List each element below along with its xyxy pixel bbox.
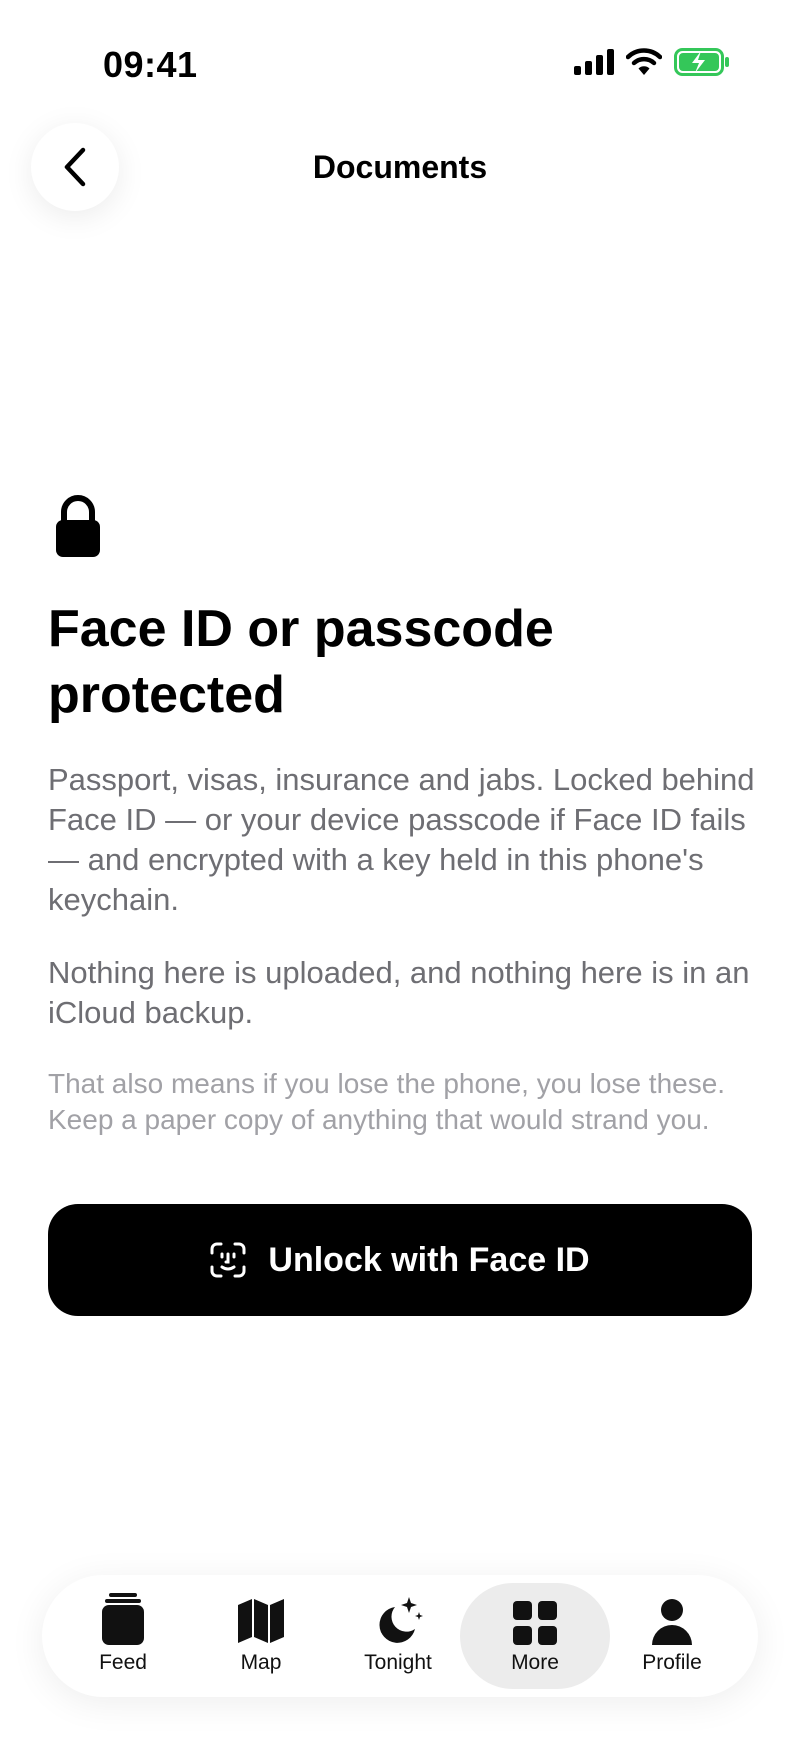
face-id-icon <box>210 1242 246 1278</box>
wifi-icon <box>626 48 662 75</box>
privacy-paragraph: Nothing here is uploaded, and nothing he… <box>48 955 750 1030</box>
navigation-bar: Documents <box>0 115 800 220</box>
unlock-face-id-button[interactable]: Unlock with Face ID <box>48 1204 752 1316</box>
moon-sparkle-icon <box>379 1597 423 1643</box>
headline: Face ID or passcode protected <box>48 600 554 724</box>
description-paragraph: Passport, visas, insurance and jabs. Loc… <box>48 762 755 917</box>
status-time: 09:41 <box>103 44 198 85</box>
tab-profile-label: Profile <box>642 1651 702 1674</box>
tab-map-label: Map <box>240 1651 282 1674</box>
person-icon <box>652 1599 692 1645</box>
tab-bar: Feed Map Tonight More Profile <box>42 1575 758 1697</box>
warning-paragraph: That also means if you lose the phone, y… <box>48 1068 726 1135</box>
tab-feed[interactable]: Feed <box>48 1583 198 1689</box>
battery-charging-icon <box>674 48 729 76</box>
tab-more-label: More <box>511 1651 559 1674</box>
feed-icon <box>102 1593 144 1645</box>
tab-more[interactable]: More <box>460 1583 610 1689</box>
tab-tonight-label: Tonight <box>364 1651 432 1674</box>
tab-feed-label: Feed <box>99 1651 147 1674</box>
tab-profile[interactable]: Profile <box>597 1583 747 1689</box>
page-title: Documents <box>312 149 488 185</box>
tab-map[interactable]: Map <box>186 1583 336 1689</box>
tab-tonight[interactable]: Tonight <box>323 1583 473 1689</box>
status-bar: 09:41 <box>0 0 800 130</box>
map-icon <box>238 1599 284 1643</box>
unlock-button-label: Unlock with Face ID <box>268 1240 590 1279</box>
lock-icon <box>56 495 100 557</box>
grid-icon <box>513 1601 557 1645</box>
status-icons <box>574 48 730 76</box>
cellular-signal-icon <box>574 49 614 75</box>
